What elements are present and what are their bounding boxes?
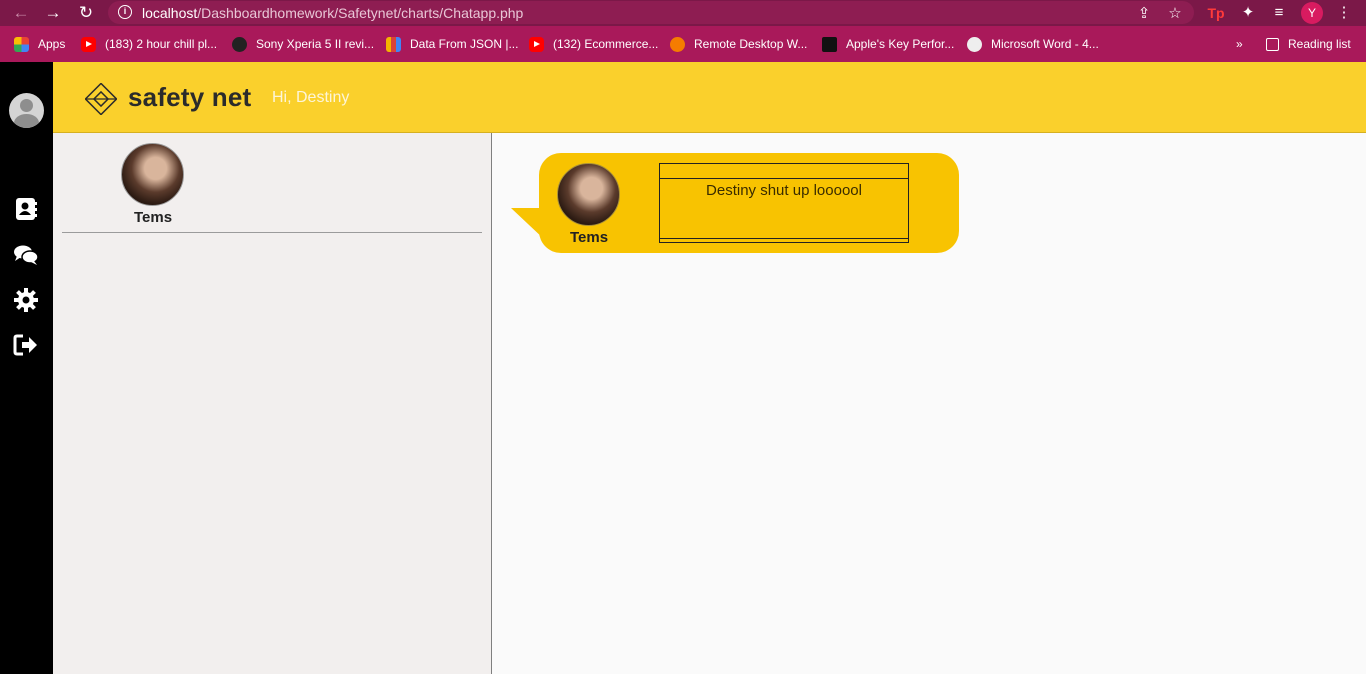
chat-area: Tems Destiny shut up loooool xyxy=(492,133,1366,674)
bookmarks-more[interactable]: » xyxy=(1236,36,1243,52)
youtube-icon xyxy=(81,36,96,52)
app-sidebar xyxy=(0,62,53,674)
share-icon[interactable]: ⇪ xyxy=(1134,4,1154,24)
bookmark-item[interactable]: Microsoft Word - 4... xyxy=(967,36,1099,52)
media-control-icon[interactable]: ≡ xyxy=(1269,3,1289,23)
info-icon[interactable]: i xyxy=(118,5,132,19)
logout-icon[interactable] xyxy=(13,332,39,358)
medium-icon xyxy=(822,36,837,52)
message-inner-box: Destiny shut up loooool xyxy=(659,178,909,239)
profile-avatar[interactable]: Y xyxy=(1301,2,1323,24)
message-text: Destiny shut up loooool xyxy=(706,182,862,199)
bookmark-apps[interactable]: Apps xyxy=(14,36,65,52)
contact-item[interactable]: Tems xyxy=(121,143,185,226)
sender-name: Tems xyxy=(570,229,609,246)
site-icon xyxy=(232,36,247,52)
contacts-divider xyxy=(62,232,482,233)
extensions-icon[interactable]: ✦ xyxy=(1238,3,1258,23)
browser-toolbar: ← → ↻ i localhost/Dashboardhomework/Safe… xyxy=(0,0,1366,26)
contacts-panel: Tems xyxy=(53,133,492,674)
bookmark-item[interactable]: Data From JSON |... xyxy=(386,36,518,52)
reading-list-icon xyxy=(1266,37,1279,51)
youtube-icon xyxy=(529,36,544,52)
message-bubble: Tems Destiny shut up loooool xyxy=(539,153,959,253)
extension-tp-icon[interactable]: Tp xyxy=(1206,3,1226,23)
chat-icon[interactable] xyxy=(13,242,39,268)
bookmark-item[interactable]: (183) 2 hour chill pl... xyxy=(81,36,217,52)
bookmark-item[interactable]: Sony Xperia 5 II revi... xyxy=(232,36,374,52)
bookmark-item[interactable]: Remote Desktop W... xyxy=(670,36,807,52)
bookmarks-bar: Apps (183) 2 hour chill pl... Sony Xperi… xyxy=(0,26,1366,62)
bookmark-item[interactable]: (132) Ecommerce... xyxy=(529,36,658,52)
brand-name: safety net xyxy=(128,82,252,112)
back-icon[interactable]: ← xyxy=(11,3,31,23)
app-header: safety net Hi, Destiny xyxy=(53,62,1366,133)
star-icon[interactable]: ☆ xyxy=(1165,4,1185,24)
contact-avatar xyxy=(121,143,184,206)
apps-grid-icon xyxy=(14,36,29,52)
address-bar[interactable]: i localhost/Dashboardhomework/Safetynet/… xyxy=(108,1,1194,24)
logo-icon xyxy=(85,83,117,115)
globe-icon xyxy=(967,36,982,52)
menu-icon[interactable]: ⋮ xyxy=(1334,3,1354,23)
reload-icon[interactable]: ↻ xyxy=(76,3,96,23)
message-box: Destiny shut up loooool xyxy=(659,163,909,243)
forward-icon[interactable]: → xyxy=(43,3,63,23)
contact-name: Tems xyxy=(134,209,173,226)
greeting-text: Hi, Destiny xyxy=(272,89,350,106)
chart-icon xyxy=(386,36,401,52)
settings-gear-icon[interactable] xyxy=(13,287,39,313)
sender-avatar xyxy=(557,163,620,226)
remote-desktop-icon xyxy=(670,36,685,52)
bookmark-item[interactable]: Apple's Key Perfor... xyxy=(822,36,954,52)
contacts-icon[interactable] xyxy=(13,196,39,222)
reading-list-button[interactable]: Reading list xyxy=(1266,36,1351,52)
url-text[interactable]: localhost/Dashboardhomework/Safetynet/ch… xyxy=(142,5,523,21)
user-avatar[interactable] xyxy=(9,93,44,128)
